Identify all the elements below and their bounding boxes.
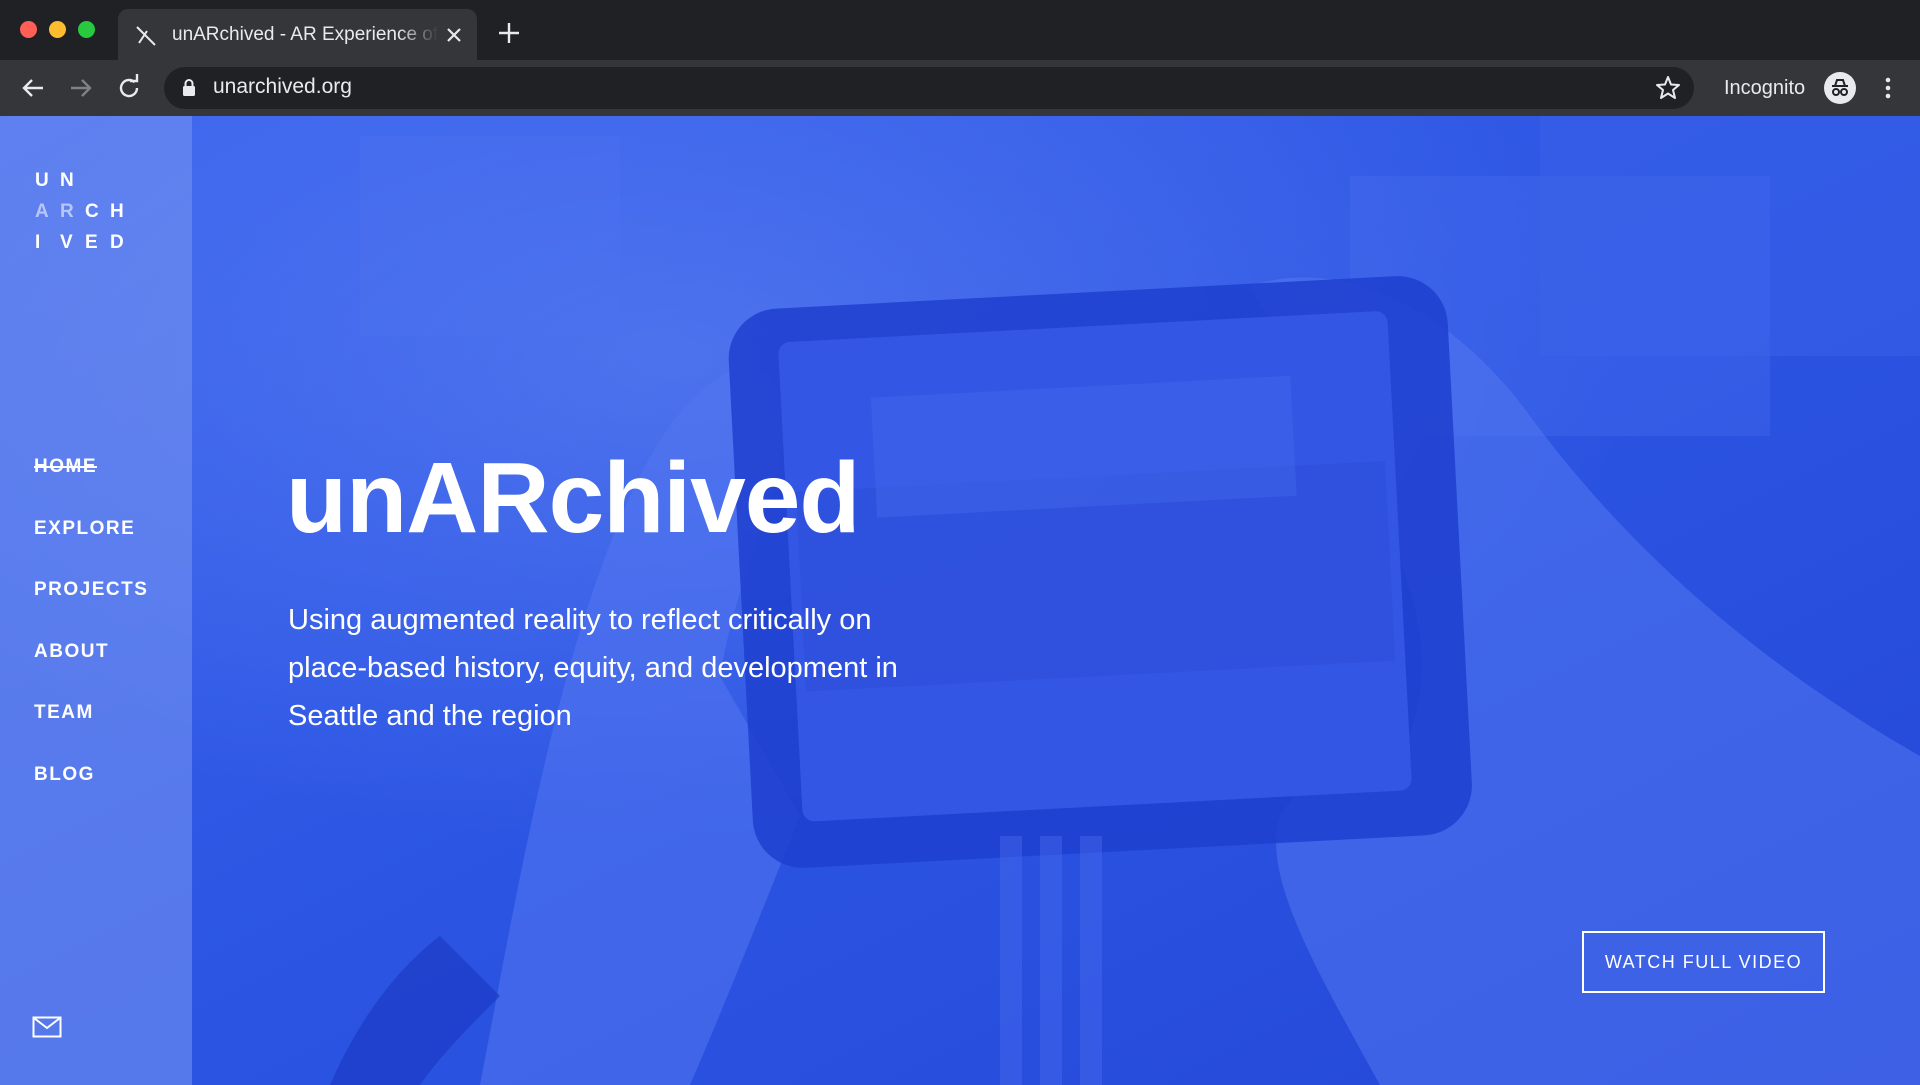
logo-letter: U	[35, 170, 49, 191]
incognito-icon[interactable]	[1824, 72, 1856, 104]
nav-item-explore[interactable]: EXPLORE	[34, 518, 148, 580]
logo-letter: V	[60, 232, 73, 253]
browser-tab-active[interactable]: unARchived - AR Experience of Seattle	[118, 9, 477, 60]
logo-letter: C	[85, 201, 99, 222]
bookmark-star-icon[interactable]	[1654, 74, 1682, 102]
logo-letter: D	[110, 232, 124, 253]
browser-chrome: unARchived - AR Experience of Seattle un…	[0, 0, 1920, 116]
address-bar[interactable]	[164, 67, 1694, 109]
logo-letter: H	[110, 201, 124, 222]
nav-item-projects[interactable]: PROJECTS	[34, 579, 148, 641]
lock-icon[interactable]	[180, 78, 198, 98]
logo-row: I V E D	[35, 232, 155, 263]
browser-menu-icon[interactable]	[1876, 74, 1900, 102]
hero-subtitle-line: place-based history, equity, and develop…	[288, 652, 898, 684]
reload-icon[interactable]	[114, 73, 144, 103]
logo-letter: E	[85, 232, 98, 253]
nav-item-home[interactable]: HOME	[34, 456, 148, 518]
back-arrow-icon[interactable]	[18, 73, 48, 103]
new-tab-icon[interactable]	[496, 20, 522, 46]
logo-letter: A	[35, 201, 49, 222]
incognito-label[interactable]: Incognito	[1724, 77, 1805, 100]
logo-letter: I	[35, 232, 41, 253]
hero-subtitle-line: Using augmented reality to reflect criti…	[288, 604, 872, 636]
mail-icon[interactable]	[32, 1016, 62, 1038]
close-tab-icon[interactable]	[442, 23, 466, 47]
logo-letter: N	[60, 170, 74, 191]
main-nav: HOME EXPLORE PROJECTS ABOUT TEAM BLOG	[34, 456, 148, 825]
browser-toolbar: unarchived.org Incognito	[0, 60, 1920, 116]
hero-subtitle: Using augmented reality to reflect criti…	[288, 596, 1028, 740]
logo-row: A R C H	[35, 201, 155, 232]
nav-item-team[interactable]: TEAM	[34, 702, 148, 764]
watch-full-video-button[interactable]: WATCH FULL VIDEO	[1582, 931, 1825, 993]
nav-item-about[interactable]: ABOUT	[34, 641, 148, 703]
forward-arrow-icon[interactable]	[66, 73, 96, 103]
logo-letter: R	[60, 201, 74, 222]
unarchived-logo-icon	[136, 26, 156, 46]
minimize-window-button[interactable]	[49, 21, 66, 38]
maximize-window-button[interactable]	[78, 21, 95, 38]
hero-subtitle-line: Seattle and the region	[288, 700, 572, 732]
site-logo[interactable]: U N A R C H I V E D	[35, 170, 155, 263]
tab-title: unARchived - AR Experience of Seattle	[172, 24, 438, 45]
nav-item-blog[interactable]: BLOG	[34, 764, 148, 826]
sidebar: U N A R C H I V E D HOME EXPLORE PROJECT…	[0, 116, 192, 1085]
url-text[interactable]: unarchived.org	[213, 75, 352, 99]
hero-title: unARchived	[286, 442, 860, 554]
close-window-button[interactable]	[20, 21, 37, 38]
logo-row: U N	[35, 170, 155, 201]
page-viewport: U N A R C H I V E D HOME EXPLORE PROJECT…	[0, 116, 1920, 1085]
tab-bar: unARchived - AR Experience of Seattle	[0, 0, 1920, 60]
